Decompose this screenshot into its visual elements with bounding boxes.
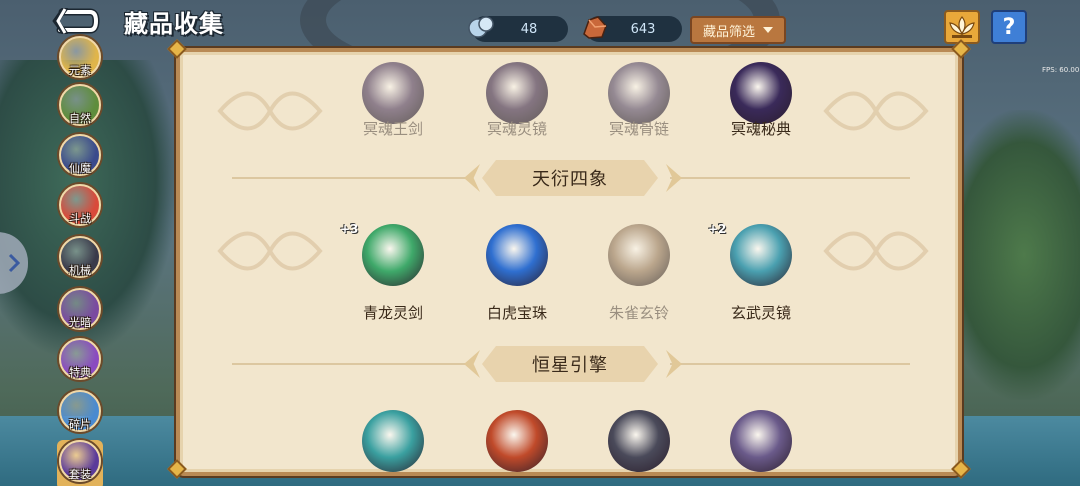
back-button[interactable]: [52, 5, 100, 37]
section-header: 恒星引擎: [180, 344, 958, 384]
item-artwork-icon: [362, 224, 424, 286]
watermark-ornament: [816, 216, 936, 286]
item-artwork-icon: [730, 224, 792, 286]
section-header: 天衍四象: [180, 158, 958, 198]
divider: [670, 177, 910, 179]
chevron-right-ornament: [666, 350, 682, 378]
collection-item[interactable]: [594, 410, 684, 472]
item-artwork-icon: [730, 410, 792, 472]
collection-item[interactable]: 白虎宝珠: [472, 224, 562, 324]
chevron-right-ornament: [666, 164, 682, 192]
resource-counter-gems: 48: [468, 16, 568, 42]
collection-item[interactable]: [472, 410, 562, 472]
category-label: 仙魔: [69, 162, 91, 175]
filter-label: 藏品筛选: [702, 24, 755, 40]
category-tab[interactable]: 自然: [57, 84, 103, 134]
section-title: 天衍四象: [482, 160, 658, 196]
collection-item[interactable]: [716, 410, 806, 472]
lotus-icon: [949, 16, 975, 38]
collection-item[interactable]: 冥魂骨链: [594, 62, 684, 162]
category-tab[interactable]: 斗战: [57, 184, 103, 234]
fps-counter: FPS: 60.00: [1042, 66, 1080, 74]
category-tab[interactable]: 机械: [57, 236, 103, 286]
watermark-ornament: [816, 76, 936, 146]
item-name: 冥魂骨链: [608, 120, 669, 138]
category-tab[interactable]: 碎片: [57, 390, 103, 440]
collection-item[interactable]: 冥魂秘典: [716, 62, 806, 162]
category-label: 特典: [69, 366, 91, 379]
category-tab[interactable]: 仙魔: [57, 134, 103, 184]
chevron-left-ornament: [464, 350, 480, 378]
item-artwork-icon: [362, 62, 424, 124]
category-tab[interactable]: 光暗: [57, 288, 103, 338]
divider: [232, 177, 472, 179]
gems-count: 48: [520, 21, 538, 37]
chevron-right-icon: [8, 253, 20, 273]
item-artwork-icon: [486, 224, 548, 286]
watermark-ornament: [210, 76, 330, 146]
item-name: 青龙灵剑: [362, 304, 423, 322]
chevron-down-icon: [763, 27, 773, 33]
collection-item[interactable]: 冥魂灵镜: [472, 62, 562, 162]
item-artwork-icon: [730, 62, 792, 124]
collection-item[interactable]: +3 青龙灵剑: [340, 222, 438, 324]
divider: [232, 363, 472, 365]
category-label: 套装: [69, 468, 91, 481]
item-level-badge: +3: [340, 222, 359, 236]
chevron-left-ornament: [464, 164, 480, 192]
page-title: 藏品收集: [124, 10, 224, 38]
category-label: 光暗: [69, 316, 91, 329]
item-artwork-icon: [486, 62, 548, 124]
collection-item[interactable]: [348, 410, 438, 472]
item-artwork-icon: [608, 62, 670, 124]
resource-counter-ore: 643: [583, 16, 682, 42]
back-arrow-icon: [52, 5, 100, 37]
section-title: 恒星引擎: [482, 346, 658, 382]
collection-item[interactable]: +2 玄武灵镜: [708, 222, 806, 324]
category-tab[interactable]: 特典: [57, 338, 103, 388]
ore-icon: [583, 16, 607, 39]
category-tab[interactable]: 套装: [57, 440, 103, 486]
collection-filter-dropdown[interactable]: 藏品筛选: [690, 16, 786, 44]
collection-item[interactable]: 朱雀玄铃: [594, 224, 684, 324]
lotus-button[interactable]: [944, 10, 980, 44]
category-label: 元素: [69, 64, 91, 77]
ore-count: 643: [630, 21, 656, 37]
category-tab[interactable]: 元素: [57, 36, 103, 86]
category-label: 机械: [69, 264, 91, 277]
item-name: 玄武灵镜: [730, 304, 791, 322]
item-name: 白虎宝珠: [486, 304, 547, 322]
item-level-badge: +2: [708, 222, 727, 236]
item-artwork-icon: [608, 410, 670, 472]
item-artwork-icon: [486, 410, 548, 472]
collection-panel: 冥魂王剑 冥魂灵镜 冥魂骨链 冥魂秘典天衍四象 +3 青龙灵剑 白虎宝珠 朱雀玄铃 +2 玄武灵镜…: [176, 48, 962, 476]
watermark-ornament: [210, 216, 330, 286]
item-artwork-icon: [608, 224, 670, 286]
category-label: 碎片: [69, 418, 91, 431]
item-name: 朱雀玄铃: [608, 304, 669, 322]
help-button[interactable]: ?: [991, 10, 1027, 44]
category-label: 斗战: [69, 212, 91, 225]
collection-item[interactable]: 冥魂王剑: [348, 62, 438, 162]
item-artwork-icon: [362, 410, 424, 472]
gem-cluster-icon: [468, 16, 494, 38]
divider: [670, 363, 910, 365]
item-name: 冥魂秘典: [730, 120, 791, 138]
item-name: 冥魂王剑: [362, 120, 423, 138]
category-label: 自然: [69, 112, 91, 125]
item-name: 冥魂灵镜: [486, 120, 547, 138]
